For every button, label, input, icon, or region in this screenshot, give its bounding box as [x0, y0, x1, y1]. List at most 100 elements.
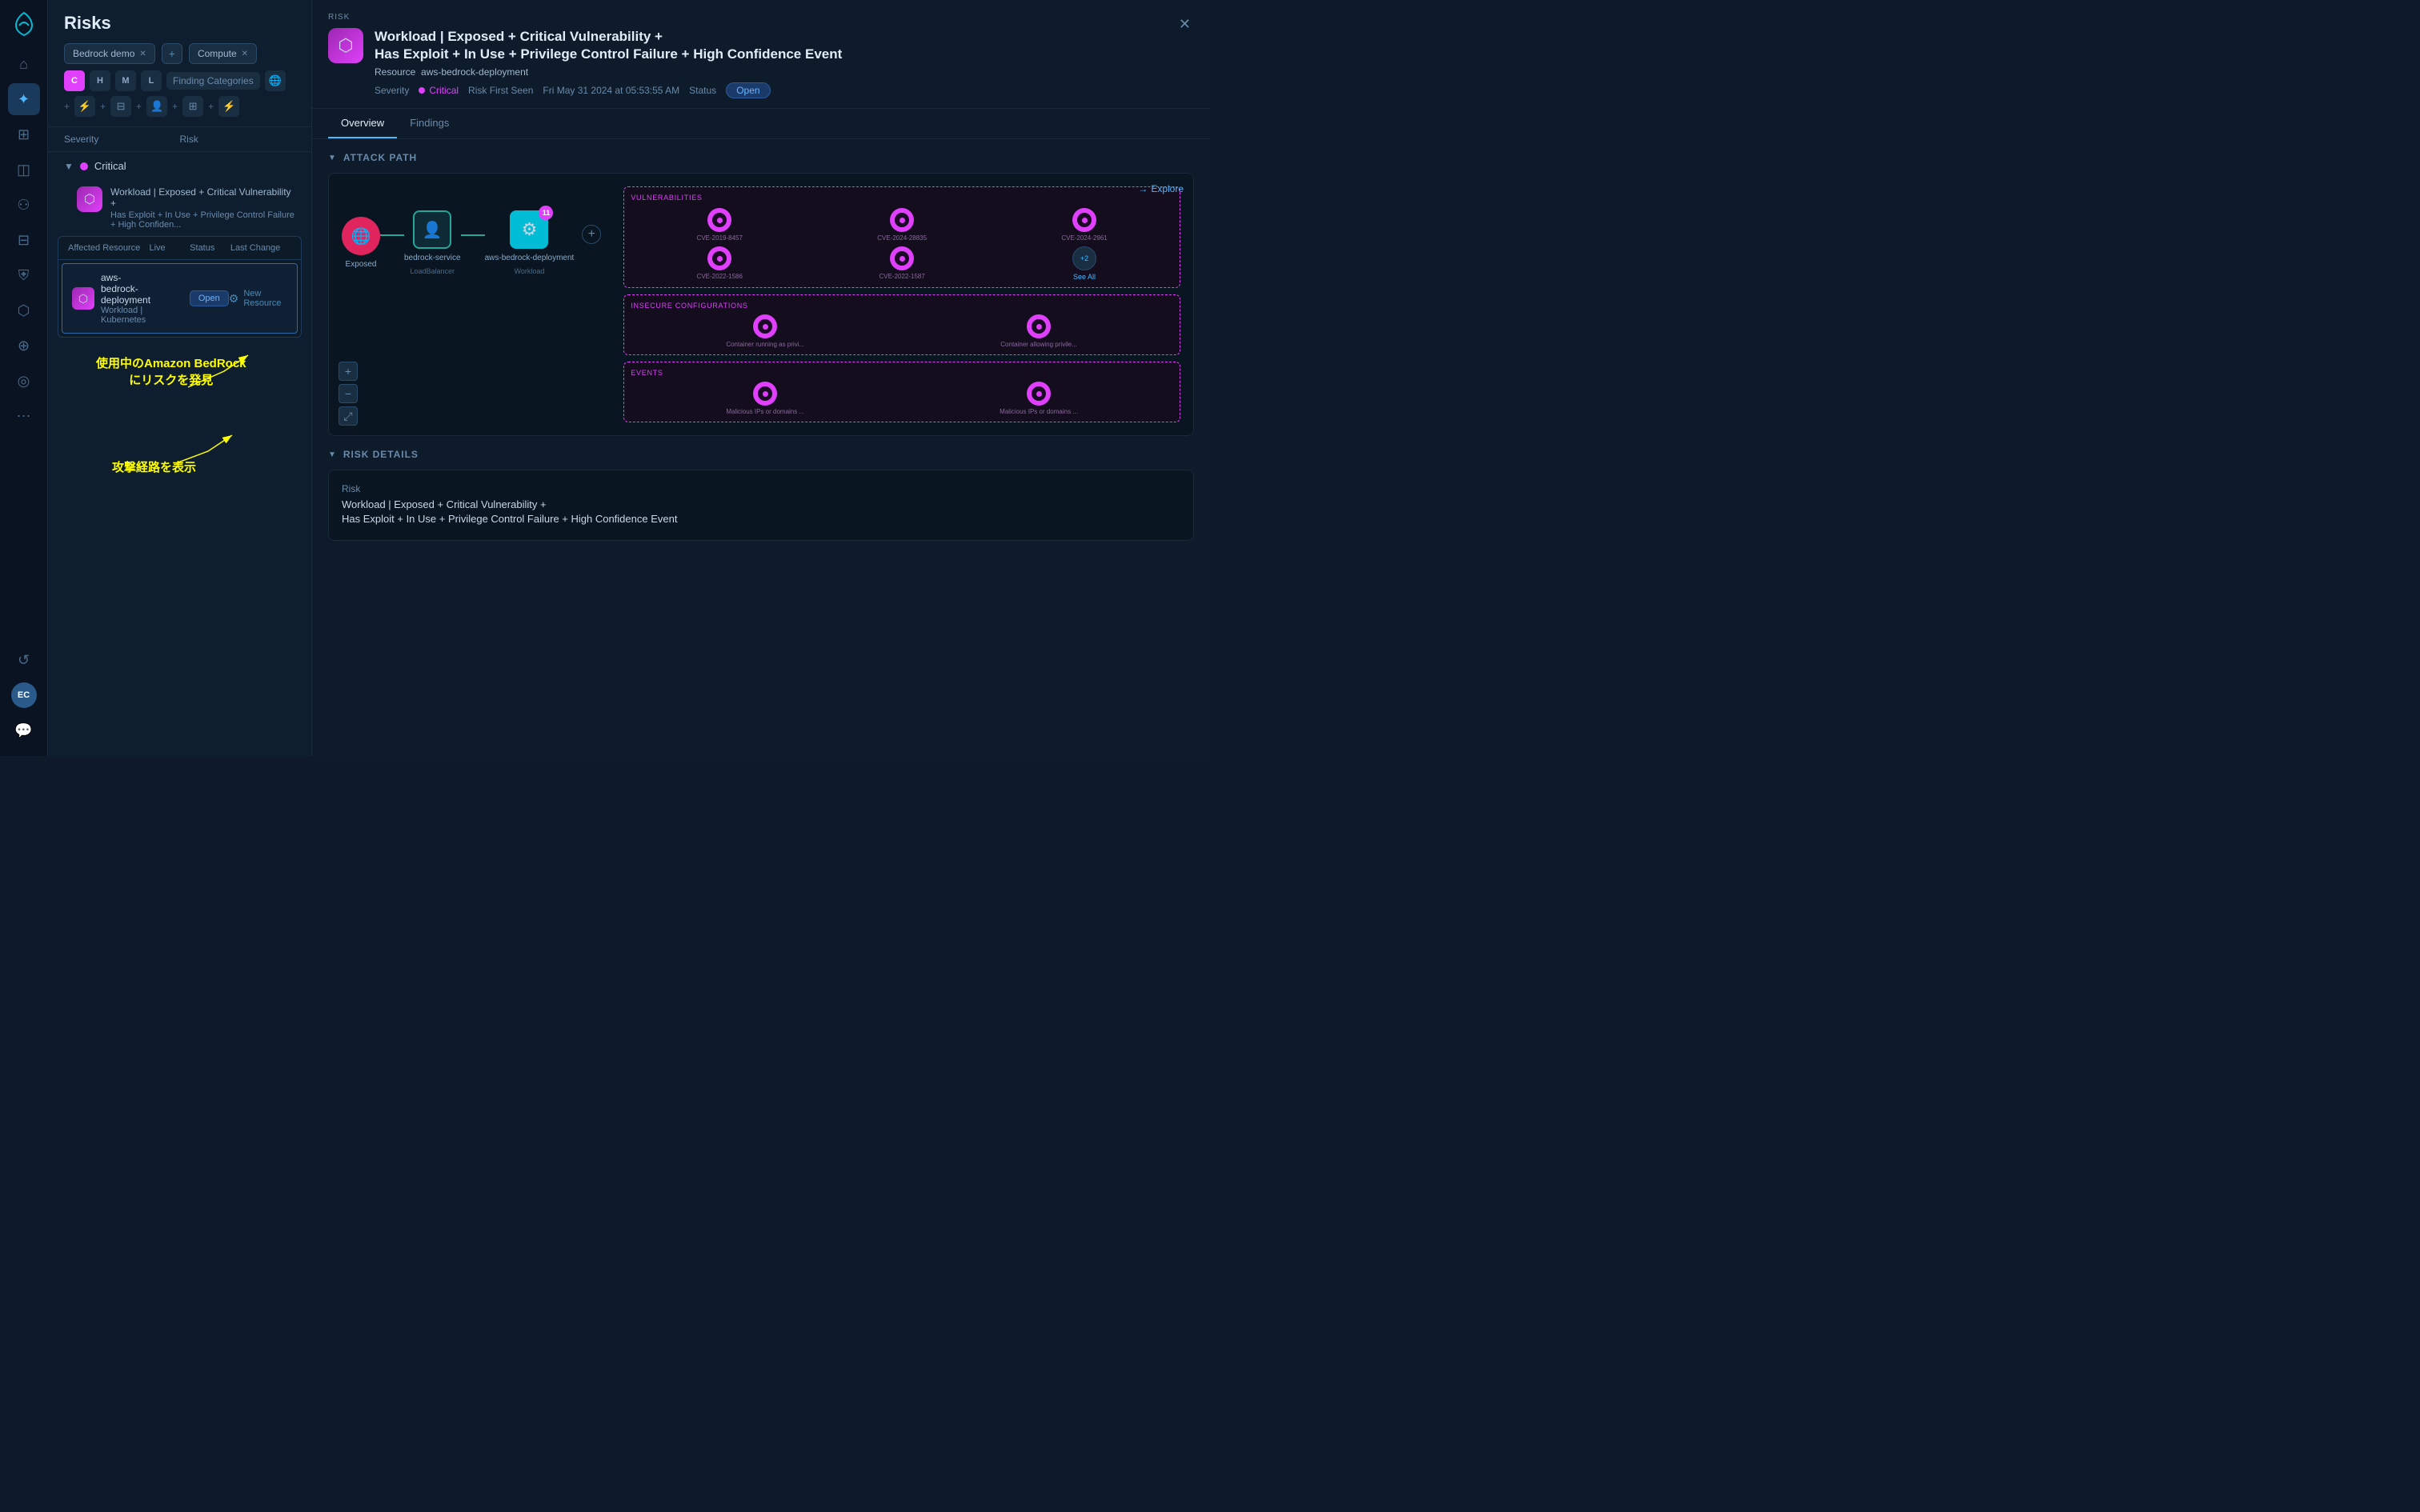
vuln-label-1: CVE-2024-28835	[877, 234, 927, 242]
exposed-icon: 🌐	[342, 217, 380, 255]
risk-details-content: Risk Workload | Exposed + Critical Vulne…	[328, 470, 1194, 540]
explore-button[interactable]: → Explore	[1138, 183, 1184, 194]
attack-node-workload[interactable]: ⚙ 11 aws-bedrock-deployment Workload	[485, 210, 575, 275]
attack-node-exposed[interactable]: 🌐 Exposed	[342, 217, 380, 269]
risk-header-status: Severity Critical Risk First Seen Fri Ma…	[375, 82, 842, 98]
sidebar-item-connect[interactable]: ⊕	[8, 330, 40, 362]
attack-path-section-header[interactable]: ▼ ATTACK PATH	[328, 152, 1194, 163]
risks-panel: Risks Bedrock demo ✕ + Compute ✕ C H M L…	[48, 0, 312, 756]
attack-path-container: → Explore 🌐 Exposed	[328, 173, 1194, 436]
sidebar-item-graph[interactable]: ⬡	[8, 294, 40, 326]
misconfig-icon-1	[1027, 314, 1051, 338]
sidebar-item-alerts[interactable]: ⊟	[8, 224, 40, 256]
sidebar-item-camera[interactable]: ◎	[8, 365, 40, 397]
vuln-grid: CVE-2019-8457 CVE-2024-28835	[631, 208, 1173, 281]
app-logo[interactable]	[10, 10, 38, 38]
attack-path-label: ATTACK PATH	[343, 152, 417, 163]
remove-bedrock-filter[interactable]: ✕	[139, 50, 146, 58]
see-all-label[interactable]: See All	[1073, 273, 1096, 281]
risk-item-workload[interactable]: ⬡ Workload | Exposed + Critical Vulnerab…	[48, 180, 311, 236]
risks-title: Risks	[64, 13, 295, 34]
affected-row-0[interactable]: ⬡ aws-bedrock-deployment Workload | Kube…	[62, 263, 298, 334]
col-status: Status	[190, 243, 230, 253]
zoom-fit-btn[interactable]: ⤢	[339, 406, 358, 426]
remove-compute-filter[interactable]: ✕	[242, 50, 248, 58]
workload-icon-wrapper: ⚙ 11	[510, 210, 548, 249]
vuln-item-4[interactable]: CVE-2022-1587	[813, 246, 991, 281]
sidebar-item-sync[interactable]: ↺	[8, 644, 40, 676]
risk-header-left: ⬡ Workload | Exposed + Critical Vulnerab…	[328, 28, 1176, 98]
critical-severity-dot	[80, 162, 88, 170]
filter-add-plus[interactable]: +	[162, 43, 182, 64]
attack-graph: 🌐 Exposed 👤 bedrock-service LoadBalancer	[342, 186, 601, 283]
sidebar-item-home[interactable]: ⌂	[8, 48, 40, 80]
resource-icon: ⬡	[72, 287, 94, 310]
zoom-in-btn[interactable]: +	[339, 362, 358, 381]
filter-icon-bolt[interactable]: ⚡	[218, 96, 239, 117]
col-live: Live	[149, 243, 190, 253]
attack-node-lb[interactable]: 👤 bedrock-service LoadBalancer	[404, 210, 461, 275]
vuln-see-all[interactable]: +2 See All	[996, 246, 1173, 281]
events-grid: Malicious IPs or domains ... Malicious I…	[631, 382, 1173, 415]
filter-icon-person[interactable]: 👤	[146, 96, 167, 117]
risk-details-header[interactable]: ▼ RISK DETAILS	[328, 449, 1194, 460]
detail-risk-value: Workload | Exposed + Critical Vulnerabil…	[342, 498, 1180, 526]
filter-icon-group[interactable]: ⚡	[74, 96, 95, 117]
filter-icon-grid[interactable]: ⊞	[182, 96, 203, 117]
vuln-inner-0	[712, 213, 727, 227]
event-item-0[interactable]: Malicious IPs or domains ...	[631, 382, 899, 415]
event-item-1[interactable]: Malicious IPs or domains ...	[904, 382, 1173, 415]
sidebar-item-risks[interactable]: ✦	[8, 83, 40, 115]
sidebar-item-chat[interactable]: 💬	[8, 714, 40, 746]
finding-categories-filter[interactable]: Finding Categories	[166, 72, 260, 90]
tab-findings[interactable]: Findings	[397, 109, 462, 138]
event-label-1: Malicious IPs or domains ...	[1000, 408, 1078, 415]
severity-high-btn[interactable]: H	[90, 70, 110, 91]
lb-icon: 👤	[413, 210, 451, 249]
vuln-label-3: CVE-2022-1586	[697, 273, 743, 280]
sidebar-item-shield[interactable]: ⛨	[8, 259, 40, 291]
lb-sublabel: LoadBalancer	[411, 267, 455, 275]
vuln-label-2: CVE-2024-2961	[1061, 234, 1107, 242]
attack-graph-main: 🌐 Exposed 👤 bedrock-service LoadBalancer	[342, 186, 601, 422]
sidebar-item-layers[interactable]: ◫	[8, 154, 40, 186]
risk-text: Workload | Exposed + Critical Vulnerabil…	[110, 186, 295, 230]
avatar[interactable]: EC	[11, 682, 37, 708]
risks-list: ▼ Critical ⬡ Workload | Exposed + Critic…	[48, 152, 311, 756]
close-button[interactable]: ✕	[1176, 13, 1194, 36]
filter-icon-msg[interactable]: ⊟	[110, 96, 131, 117]
severity-filter-row: C H M L Finding Categories 🌐 + ⚡ + ⊟ + 👤…	[64, 70, 295, 117]
vuln-circle-3	[707, 246, 731, 270]
critical-severity-label: Critical	[94, 160, 126, 172]
vuln-item-3[interactable]: CVE-2022-1586	[631, 246, 808, 281]
workload-label: aws-bedrock-deployment	[485, 254, 575, 262]
open-status-badge[interactable]: Open	[726, 82, 770, 98]
vuln-item-1[interactable]: CVE-2024-28835	[813, 208, 991, 242]
misconfig-item-1[interactable]: Container allowing privile...	[904, 314, 1173, 348]
resource-status-btn[interactable]: Open	[190, 290, 229, 306]
zoom-out-btn[interactable]: −	[339, 384, 358, 403]
misconfig-item-0[interactable]: Container running as privi...	[631, 314, 899, 348]
sidebar-item-dashboard[interactable]: ⊞	[8, 118, 40, 150]
severity-critical-btn[interactable]: C	[64, 70, 85, 91]
lb-label: bedrock-service	[404, 254, 461, 262]
annotation-bedrock: 使用中のAmazon BedRockにリスクを発見	[96, 355, 246, 389]
tab-overview[interactable]: Overview	[328, 109, 397, 138]
risk-group-critical[interactable]: ▼ Critical	[48, 152, 311, 180]
severity-medium-btn[interactable]: M	[115, 70, 136, 91]
vuln-item-2[interactable]: CVE-2024-2961	[996, 208, 1173, 242]
sidebar-item-users[interactable]: ⚇	[8, 189, 40, 221]
severity-low-btn[interactable]: L	[141, 70, 162, 91]
vuln-inner-3	[712, 251, 727, 266]
sidebar-item-more[interactable]: ⋯	[8, 400, 40, 432]
filter-tag-bedrock[interactable]: Bedrock demo ✕	[64, 43, 155, 64]
event-icon-1	[1027, 382, 1051, 406]
exposed-label: Exposed	[346, 260, 377, 269]
filter-icon-globe[interactable]: 🌐	[265, 70, 286, 91]
add-icon[interactable]: +	[582, 225, 601, 244]
detail-risk-label: Risk	[342, 483, 1180, 494]
add-node[interactable]: +	[574, 225, 601, 244]
filter-tag-compute[interactable]: Compute ✕	[189, 43, 257, 64]
chevron-down-icon: ▼	[64, 161, 74, 172]
vuln-item-0[interactable]: CVE-2019-8457	[631, 208, 808, 242]
